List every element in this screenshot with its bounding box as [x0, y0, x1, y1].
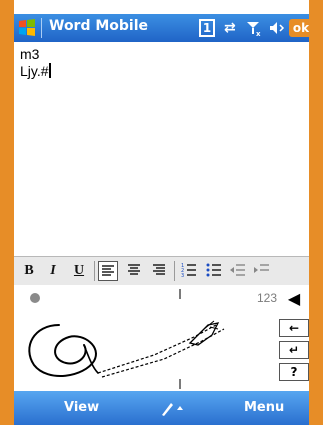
align-right-icon[interactable] [149, 261, 169, 281]
app-title: Word Mobile [49, 18, 149, 34]
ok-button[interactable]: ok [289, 19, 309, 37]
format-toolbar: B I U 123 [14, 256, 309, 286]
question-key[interactable]: ? [279, 363, 309, 381]
italic-button[interactable]: I [44, 261, 62, 281]
toolbar-divider [94, 261, 95, 281]
menu-softkey[interactable]: Menu [244, 400, 284, 415]
handwriting-input-panel[interactable]: 123 ◀ ← ↵ ? [14, 285, 309, 391]
toolbar-divider [174, 261, 175, 281]
text-caret [48, 63, 51, 78]
bold-button[interactable]: B [20, 261, 38, 281]
document-line-2-text: Ljy.# [20, 63, 49, 79]
sync-icon[interactable]: ⇄ [224, 19, 236, 37]
bullet-list-icon[interactable] [204, 261, 224, 281]
keypad-strip: ◀ ← ↵ ? [277, 285, 309, 391]
volume-icon[interactable] [268, 19, 286, 37]
align-center-icon[interactable] [124, 261, 144, 281]
left-arrow-key[interactable]: ← [279, 319, 309, 337]
writing-canvas[interactable] [14, 285, 264, 391]
align-left-icon[interactable] [98, 261, 118, 281]
input-mode-label[interactable]: 123 [257, 291, 277, 305]
decrease-indent-icon[interactable] [228, 261, 248, 281]
backspace-key-icon[interactable]: ◀ [279, 291, 309, 309]
frame-right-border [309, 0, 323, 425]
notification-number-icon[interactable]: 1 [199, 19, 215, 37]
frame-left-border [0, 0, 14, 425]
view-softkey[interactable]: View [64, 400, 99, 415]
numbered-list-icon[interactable]: 123 [179, 261, 199, 281]
input-pen-icon[interactable] [159, 399, 189, 421]
document-line-2: Ljy.# [20, 63, 303, 80]
increase-indent-icon[interactable] [252, 261, 272, 281]
title-separator [41, 18, 42, 38]
document-line-1: m3 [20, 46, 40, 62]
title-bar: Word Mobile 1 ⇄ x ok [14, 14, 309, 42]
signal-off-icon[interactable]: x [245, 19, 263, 38]
start-menu-icon[interactable] [16, 17, 38, 39]
underline-button[interactable]: U [70, 261, 88, 281]
svg-text:3: 3 [181, 273, 184, 279]
document-area[interactable]: m3 Ljy.# [14, 42, 309, 250]
screen: Word Mobile 1 ⇄ x ok m3 Ljy.# B I U 1 2 … [14, 0, 309, 425]
enter-key[interactable]: ↵ [279, 341, 309, 359]
device-frame: Word Mobile 1 ⇄ x ok m3 Ljy.# B I U 1 2 … [0, 0, 323, 425]
svg-text:x: x [256, 30, 261, 37]
softkey-bar: View Menu [14, 391, 309, 425]
